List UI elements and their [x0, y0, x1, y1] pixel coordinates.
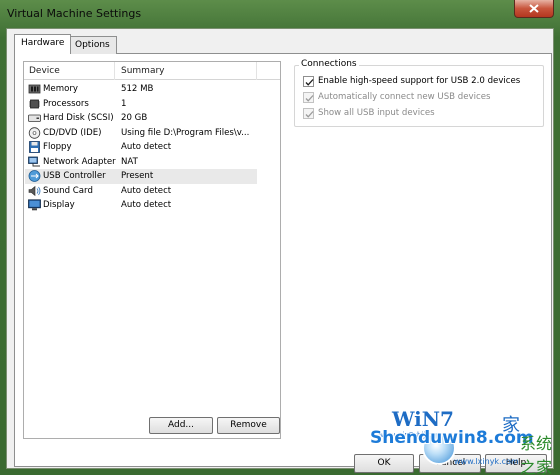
device-summary: 1 — [121, 98, 127, 109]
window-title: Virtual Machine Settings — [7, 7, 142, 20]
column-divider[interactable] — [114, 62, 115, 80]
hard-disk-icon — [28, 114, 41, 122]
watermark-url: www.lxinyk.com — [454, 457, 519, 466]
usb2-highspeed-checkbox[interactable] — [303, 76, 314, 87]
column-header-summary[interactable]: Summary — [121, 66, 165, 76]
device-name: Hard Disk (SCSI) — [43, 113, 114, 123]
device-name: Floppy — [43, 142, 72, 152]
column-divider[interactable] — [256, 62, 257, 80]
column-header-device[interactable]: Device — [29, 66, 60, 76]
device-name: Memory — [43, 84, 78, 94]
device-name: Sound Card — [43, 185, 93, 196]
device-name: CD/DVD (IDE) — [43, 127, 102, 138]
device-row-sound-card[interactable]: Sound Card Auto detect — [25, 184, 257, 199]
memory-icon — [28, 84, 41, 94]
device-row-display[interactable]: Display Auto detect — [25, 198, 257, 213]
checkmark-icon — [305, 79, 314, 86]
checkmark-icon — [305, 95, 314, 102]
device-name: Display — [43, 200, 75, 210]
device-summary: Auto detect — [121, 142, 172, 152]
processor-icon — [29, 99, 40, 108]
device-list-header: Device Summary — [24, 62, 280, 80]
device-row-memory[interactable]: Memory 512 MB — [25, 82, 257, 97]
watermark-site: Shenduwin8.com — [370, 428, 534, 448]
device-summary: NAT — [121, 156, 138, 167]
device-row-network-adapter[interactable]: Network Adapter NAT — [25, 155, 257, 170]
close-button[interactable] — [514, 0, 554, 18]
device-summary: Auto detect — [121, 185, 172, 196]
device-row-processors[interactable]: Processors 1 — [25, 97, 257, 112]
add-device-button[interactable]: Add... — [149, 417, 213, 434]
device-row-hard-disk[interactable]: Hard Disk (SCSI) 20 GB — [25, 111, 257, 126]
device-summary: 20 GB — [121, 113, 148, 123]
floppy-icon — [29, 141, 40, 153]
device-row-cd-dvd[interactable]: CD/DVD (IDE) Using file D:\Program Files… — [25, 126, 257, 141]
checkmark-icon — [305, 111, 314, 118]
device-name: USB Controller — [43, 171, 106, 181]
device-summary: Auto detect — [121, 200, 172, 210]
usb-controller-icon — [28, 170, 41, 182]
show-usb-input-label: Show all USB input devices — [318, 108, 435, 118]
tab-options[interactable]: Options — [68, 36, 117, 54]
device-name: Network Adapter — [43, 156, 116, 167]
device-row-usb-controller[interactable]: USB Controller Present — [25, 169, 257, 184]
device-summary: Present — [121, 171, 154, 181]
title-bar[interactable]: Virtual Machine Settings — [0, 0, 560, 28]
remove-device-button[interactable]: Remove — [217, 417, 280, 434]
device-row-floppy[interactable]: Floppy Auto detect — [25, 140, 257, 155]
tab-hardware[interactable]: Hardware — [14, 34, 72, 54]
connections-group-title: Connections — [299, 59, 359, 69]
auto-connect-checkbox[interactable] — [303, 92, 314, 103]
show-usb-input-checkbox[interactable] — [303, 108, 314, 119]
cd-dvd-icon — [28, 126, 41, 139]
display-icon — [28, 199, 41, 211]
usb2-highspeed-label: Enable high-speed support for USB 2.0 de… — [318, 76, 521, 86]
close-icon — [529, 4, 539, 13]
device-name: Processors — [43, 98, 89, 109]
network-adapter-icon — [28, 156, 40, 166]
site-watermark: WiN7 家 www.win7zhijia.cn Shenduwin8.com … — [370, 395, 560, 475]
sound-card-icon — [28, 185, 41, 196]
device-list[interactable]: Device Summary Memory 512 MB Processors — [23, 61, 281, 439]
device-summary: Using file D:\Program Files\v... — [121, 127, 250, 138]
device-summary: 512 MB — [121, 84, 154, 94]
vm-settings-window: Virtual Machine Settings Hardware Option… — [0, 0, 560, 475]
watermark-cn-text: 系统之家 — [520, 434, 553, 475]
auto-connect-label: Automatically connect new USB devices — [318, 92, 491, 102]
